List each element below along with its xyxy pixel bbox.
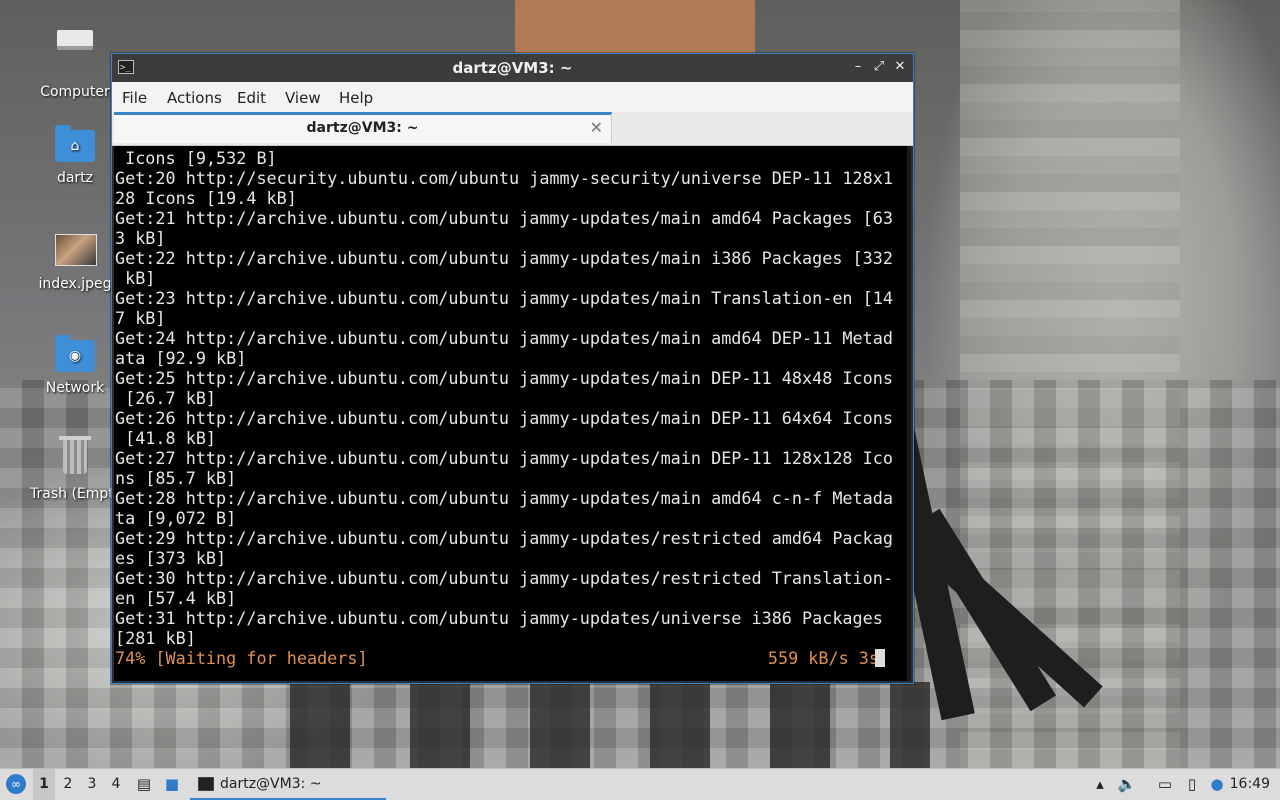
- lubuntu-logo-icon: ∞: [6, 774, 26, 794]
- wallpaper-character-head: [515, 0, 755, 60]
- terminal-line: Get:21 http://archive.ubuntu.com/ubuntu …: [115, 208, 893, 228]
- terminal-line: Get:30 http://archive.ubuntu.com/ubuntu …: [115, 568, 893, 588]
- window-title: dartz@VM3: ~: [452, 59, 573, 77]
- terminal-line: Get:31 http://archive.ubuntu.com/ubuntu …: [115, 608, 883, 628]
- desktop-icon-dartz[interactable]: ⌂ dartz: [30, 124, 120, 186]
- desktop-icon-computer[interactable]: Computer: [30, 30, 120, 100]
- desktop-icon-label: Computer: [40, 84, 110, 100]
- taskbar: ∞ 1 2 3 4 ▤ ■ dartz@VM3: ~ ▴ 🔈 ▭ ▯ ● 16:…: [0, 768, 1280, 800]
- menu-edit[interactable]: Edit: [237, 89, 266, 107]
- file-manager-icon[interactable]: ▤: [132, 769, 156, 800]
- terminal-line: ns [85.7 kB]: [115, 468, 237, 488]
- minimize-button[interactable]: –: [849, 58, 867, 76]
- terminal-line: Icons [9,532 B]: [115, 148, 277, 168]
- text-cursor: [875, 649, 885, 667]
- removable-drive-icon[interactable]: ▴: [1088, 769, 1112, 800]
- desktop-icon-label: Network: [45, 380, 105, 396]
- clock[interactable]: 16:49: [1230, 769, 1270, 800]
- terminal-line: es [373 kB]: [115, 548, 227, 568]
- progress-status: 74% [Waiting for headers]: [115, 648, 368, 668]
- terminal-line: en [57.4 kB]: [115, 588, 237, 608]
- tab-label: dartz@VM3: ~: [306, 120, 419, 136]
- terminal-line: 7 kB]: [115, 308, 166, 328]
- network-icon[interactable]: ▭: [1153, 769, 1177, 800]
- menu-view[interactable]: View: [285, 89, 321, 107]
- desktop-icon-label: dartz: [56, 170, 94, 186]
- terminal-line: Get:26 http://archive.ubuntu.com/ubuntu …: [115, 408, 893, 428]
- desktop-icon-label: Trash (Empty): [30, 486, 128, 502]
- menu-file[interactable]: File: [122, 89, 147, 107]
- terminal-scrollbar[interactable]: [907, 146, 911, 681]
- computer-icon: [53, 30, 97, 78]
- terminal-window[interactable]: >_ dartz@VM3: ~ – ⤢ ✕ File Actions Edit …: [111, 53, 914, 684]
- tab-bar: dartz@VM3: ~ ✕: [112, 112, 913, 146]
- desktop-icon-trash[interactable]: Trash (Empty): [30, 436, 128, 502]
- terminal-line: Get:24 http://archive.ubuntu.com/ubuntu …: [115, 328, 893, 348]
- menu-help[interactable]: Help: [339, 89, 373, 107]
- workspace-2[interactable]: 2: [57, 769, 79, 800]
- terminal-icon: [198, 777, 214, 791]
- terminal-line: ta [9,072 B]: [115, 508, 237, 528]
- terminal-line: [281 kB]: [115, 628, 196, 648]
- network-folder-icon: ◉: [53, 334, 97, 374]
- terminal-line: Get:20 http://security.ubuntu.com/ubuntu…: [115, 168, 893, 188]
- menu-bar: File Actions Edit View Help: [112, 82, 913, 112]
- desktop-icon-index-jpeg[interactable]: index.jpeg: [30, 230, 120, 292]
- menu-actions[interactable]: Actions: [167, 89, 222, 107]
- trash-icon: [53, 436, 97, 480]
- terminal-line: Get:22 http://archive.ubuntu.com/ubuntu …: [115, 248, 893, 268]
- task-label: dartz@VM3: ~: [220, 776, 322, 792]
- show-desktop-icon[interactable]: ■: [160, 769, 184, 800]
- download-speed: 559 kB/s 3s: [767, 648, 879, 668]
- desktop-icon-network[interactable]: ◉ Network: [30, 334, 120, 396]
- terminal-line: Get:28 http://archive.ubuntu.com/ubuntu …: [115, 488, 893, 508]
- terminal-line: ata [92.9 kB]: [115, 348, 247, 368]
- tab-close-icon[interactable]: ✕: [590, 118, 603, 137]
- terminal-line: Get:29 http://archive.ubuntu.com/ubuntu …: [115, 528, 893, 548]
- volume-icon[interactable]: 🔈: [1115, 769, 1139, 800]
- taskbar-task-terminal[interactable]: dartz@VM3: ~: [190, 769, 386, 800]
- terminal-line: [41.8 kB]: [115, 428, 217, 448]
- wallpaper-character-legs: [290, 682, 930, 768]
- terminal-output[interactable]: Icons [9,532 B] Get:20 http://security.u…: [114, 146, 911, 681]
- workspace-4[interactable]: 4: [105, 769, 127, 800]
- notification-icon[interactable]: ●: [1205, 769, 1229, 800]
- image-file-icon: [53, 230, 97, 270]
- maximize-button[interactable]: ⤢: [870, 58, 888, 76]
- start-menu-button[interactable]: ∞: [4, 769, 28, 800]
- terminal-line: Get:25 http://archive.ubuntu.com/ubuntu …: [115, 368, 893, 388]
- terminal-text: Icons [9,532 B] Get:20 http://security.u…: [115, 148, 895, 648]
- desktop-icon-label: index.jpeg: [38, 276, 112, 292]
- terminal-line: kB]: [115, 268, 156, 288]
- close-button[interactable]: ✕: [891, 58, 909, 76]
- terminal-line: Get:27 http://archive.ubuntu.com/ubuntu …: [115, 448, 893, 468]
- clipboard-icon[interactable]: ▯: [1180, 769, 1204, 800]
- terminal-line: [26.7 kB]: [115, 388, 217, 408]
- terminal-line: 3 kB]: [115, 228, 166, 248]
- window-titlebar[interactable]: >_ dartz@VM3: ~ – ⤢ ✕: [112, 54, 913, 82]
- workspace-3[interactable]: 3: [81, 769, 103, 800]
- terminal-line: 28 Icons [19.4 kB]: [115, 188, 297, 208]
- home-folder-icon: ⌂: [53, 124, 97, 164]
- tab-terminal[interactable]: dartz@VM3: ~ ✕: [114, 112, 612, 143]
- terminal-line: Get:23 http://archive.ubuntu.com/ubuntu …: [115, 288, 893, 308]
- progress-line: 74% [Waiting for headers] 559 kB/s 3s: [115, 648, 895, 668]
- workspace-1[interactable]: 1: [33, 769, 55, 800]
